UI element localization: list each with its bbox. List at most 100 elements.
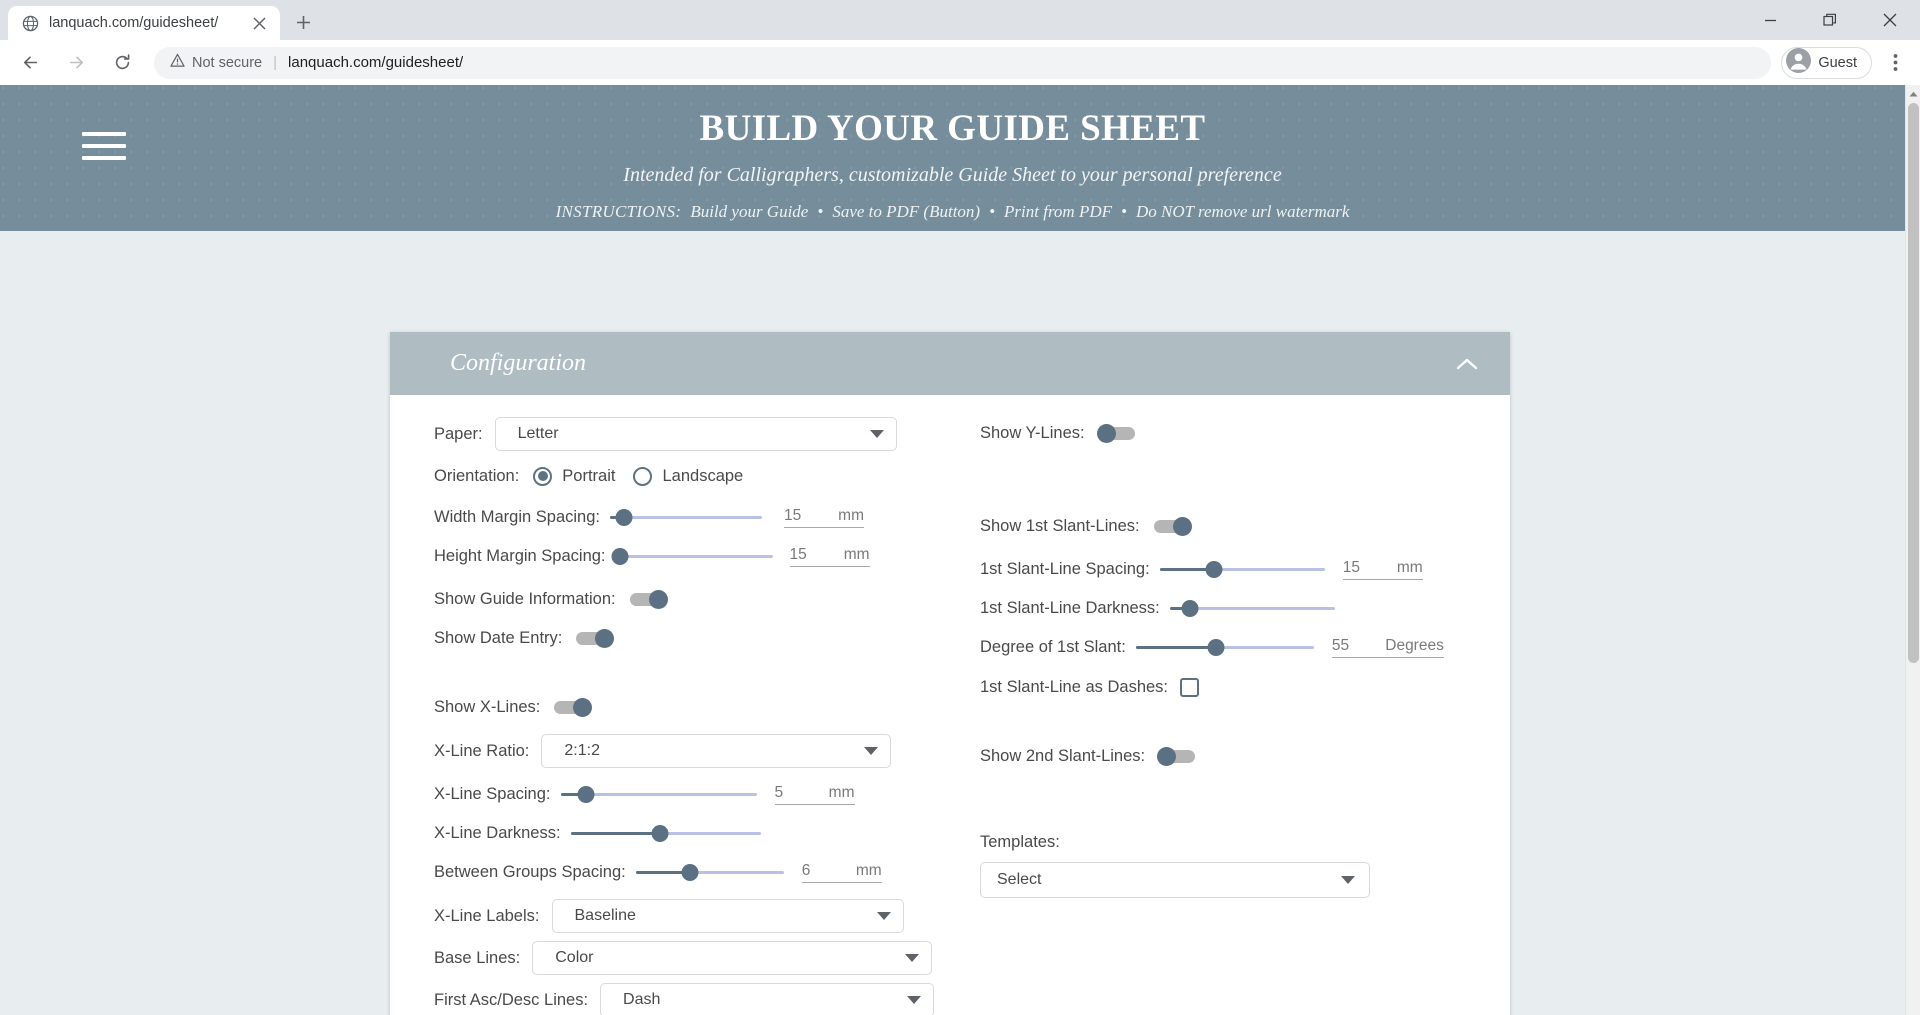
- width-margin-slider[interactable]: [610, 506, 762, 528]
- card-body: Paper: Letter Orientation: Portrait Land…: [390, 395, 1510, 1015]
- address-bar[interactable]: Not secure | lanquach.com/guidesheet/: [154, 46, 1772, 79]
- scrollbar-thumb[interactable]: [1908, 103, 1919, 663]
- degree-1st-slant-slider[interactable]: [1135, 636, 1314, 658]
- row-slant1-darkness: 1st Slant-Line Darkness:: [980, 592, 1490, 624]
- chevron-down-icon: [876, 912, 891, 920]
- back-button[interactable]: [13, 46, 47, 80]
- slant1-as-dashes-label: 1st Slant-Line as Dashes:: [980, 677, 1169, 696]
- x-line-spacing-unit: mm: [828, 783, 855, 801]
- row-slant1-spacing: 1st Slant-Line Spacing: 15 mm: [980, 553, 1490, 585]
- orientation-label: Orientation:: [434, 466, 520, 485]
- kebab-menu-icon[interactable]: [1878, 46, 1912, 80]
- width-margin-field[interactable]: 15 mm: [784, 507, 864, 528]
- scroll-up-arrow-icon[interactable]: [1906, 85, 1920, 102]
- x-line-darkness-slider[interactable]: [570, 822, 761, 844]
- x-line-labels-select[interactable]: Baseline: [551, 899, 904, 933]
- minimize-icon[interactable]: [1740, 0, 1800, 40]
- show-x-lines-toggle[interactable]: [552, 697, 593, 717]
- row-x-line-ratio: X-Line Ratio: 2:1:2: [434, 734, 950, 768]
- show-2nd-slant-lines-toggle[interactable]: [1157, 746, 1197, 766]
- profile-button[interactable]: Guest: [1781, 46, 1872, 79]
- height-margin-field[interactable]: 15 mm: [789, 546, 870, 567]
- degree-1st-slant-unit: Degrees: [1385, 636, 1444, 654]
- instructions-label: INSTRUCTIONS:: [555, 202, 682, 221]
- slant1-darkness-slider[interactable]: [1169, 597, 1335, 619]
- degree-1st-slant-field[interactable]: 55 Degrees: [1331, 636, 1444, 658]
- show-1st-slant-lines-label: Show 1st Slant-Lines:: [980, 516, 1140, 535]
- show-1st-slant-lines-toggle[interactable]: [1152, 516, 1192, 536]
- configuration-card: Configuration Paper: Letter Orientation:…: [390, 332, 1510, 1015]
- browser-tab[interactable]: lanquach.com/guidesheet/: [8, 6, 280, 40]
- height-margin-slider[interactable]: [611, 545, 773, 567]
- between-groups-spacing-unit: mm: [855, 861, 882, 879]
- show-x-lines-label: Show X-Lines:: [434, 697, 541, 716]
- x-line-ratio-label: X-Line Ratio:: [434, 741, 530, 760]
- templates-label: Templates:: [980, 833, 1060, 851]
- templates-select[interactable]: Select: [980, 862, 1370, 898]
- width-margin-value: 15: [784, 506, 802, 524]
- show-2nd-slant-lines-label: Show 2nd Slant-Lines:: [980, 746, 1146, 765]
- slant1-spacing-field[interactable]: 15 mm: [1342, 558, 1423, 580]
- paper-label: Paper:: [434, 424, 483, 443]
- x-line-spacing-slider[interactable]: [560, 783, 757, 805]
- between-groups-spacing-label: Between Groups Spacing:: [434, 862, 626, 881]
- first-asc-desc-lines-select[interactable]: Dash: [600, 983, 935, 1015]
- chevron-down-icon: [1341, 876, 1355, 884]
- new-tab-button[interactable]: [286, 5, 320, 39]
- card-header[interactable]: Configuration: [390, 332, 1510, 395]
- reload-button[interactable]: [105, 46, 139, 80]
- bullet-icon: •: [817, 202, 824, 221]
- forward-button[interactable]: [59, 46, 93, 80]
- page-scrollbar[interactable]: [1905, 85, 1920, 1015]
- between-groups-spacing-field[interactable]: 6 mm: [801, 861, 882, 883]
- card-title: Configuration: [450, 350, 587, 376]
- row-x-line-darkness: X-Line Darkness:: [434, 817, 950, 849]
- maximize-icon[interactable]: [1800, 0, 1860, 40]
- warning-triangle-icon: [170, 53, 185, 72]
- x-line-spacing-field[interactable]: 5 mm: [774, 783, 855, 805]
- row-height-margin: Height Margin Spacing: 15 mm: [434, 540, 950, 572]
- window-close-icon[interactable]: [1860, 0, 1920, 40]
- row-show-2nd-slant-lines: Show 2nd Slant-Lines:: [980, 740, 1490, 772]
- person-icon: [1786, 47, 1812, 78]
- site-header: BUILD YOUR GUIDE SHEET Intended for Call…: [0, 85, 1905, 231]
- slant1-as-dashes-checkbox[interactable]: [1180, 677, 1200, 697]
- radio-portrait[interactable]: [533, 466, 553, 486]
- first-asc-desc-lines-value: Dash: [623, 991, 661, 1008]
- bullet-icon: •: [989, 202, 996, 221]
- slant1-spacing-slider[interactable]: [1159, 558, 1325, 580]
- show-date-entry-label: Show Date Entry:: [434, 628, 563, 647]
- x-line-ratio-select[interactable]: 2:1:2: [541, 734, 892, 768]
- degree-1st-slant-label: Degree of 1st Slant:: [980, 637, 1126, 656]
- browser-chrome: lanquach.com/guidesheet/ Not secure | la…: [0, 0, 1920, 85]
- templates-group: Templates: Select: [980, 833, 1490, 898]
- page-subtitle: Intended for Calligraphers, customizable…: [623, 164, 1282, 186]
- x-line-spacing-value: 5: [774, 783, 784, 801]
- page-viewport: BUILD YOUR GUIDE SHEET Intended for Call…: [0, 85, 1920, 1015]
- radio-landscape-label: Landscape: [662, 466, 744, 485]
- x-line-spacing-label: X-Line Spacing:: [434, 784, 551, 803]
- row-degree-1st-slant: Degree of 1st Slant: 55 Degrees: [980, 631, 1490, 663]
- orientation-radio-group: Portrait Landscape: [533, 466, 751, 486]
- row-show-1st-slant-lines: Show 1st Slant-Lines:: [980, 510, 1490, 542]
- show-guide-information-toggle[interactable]: [628, 589, 668, 609]
- show-y-lines-toggle[interactable]: [1096, 423, 1137, 443]
- base-lines-select[interactable]: Color: [532, 941, 933, 975]
- url-text: lanquach.com/guidesheet/: [288, 54, 464, 71]
- base-lines-label: Base Lines:: [434, 948, 521, 967]
- instruction-item-2: Save to PDF (Button): [832, 202, 981, 221]
- paper-select[interactable]: Letter: [494, 417, 897, 451]
- between-groups-spacing-slider[interactable]: [635, 861, 784, 883]
- show-date-entry-toggle[interactable]: [574, 628, 615, 648]
- hamburger-menu-icon[interactable]: [82, 132, 126, 160]
- security-status[interactable]: Not secure: [170, 53, 262, 72]
- chevron-up-icon[interactable]: [1454, 351, 1480, 377]
- close-icon[interactable]: [248, 12, 270, 34]
- instruction-item-4: Do NOT remove url watermark: [1135, 202, 1350, 221]
- radio-landscape[interactable]: [633, 466, 653, 486]
- globe-icon: [22, 15, 39, 32]
- slant1-spacing-unit: mm: [1396, 558, 1423, 576]
- radio-portrait-label: Portrait: [562, 466, 616, 485]
- width-margin-unit: mm: [838, 506, 864, 524]
- profile-label: Guest: [1818, 54, 1857, 71]
